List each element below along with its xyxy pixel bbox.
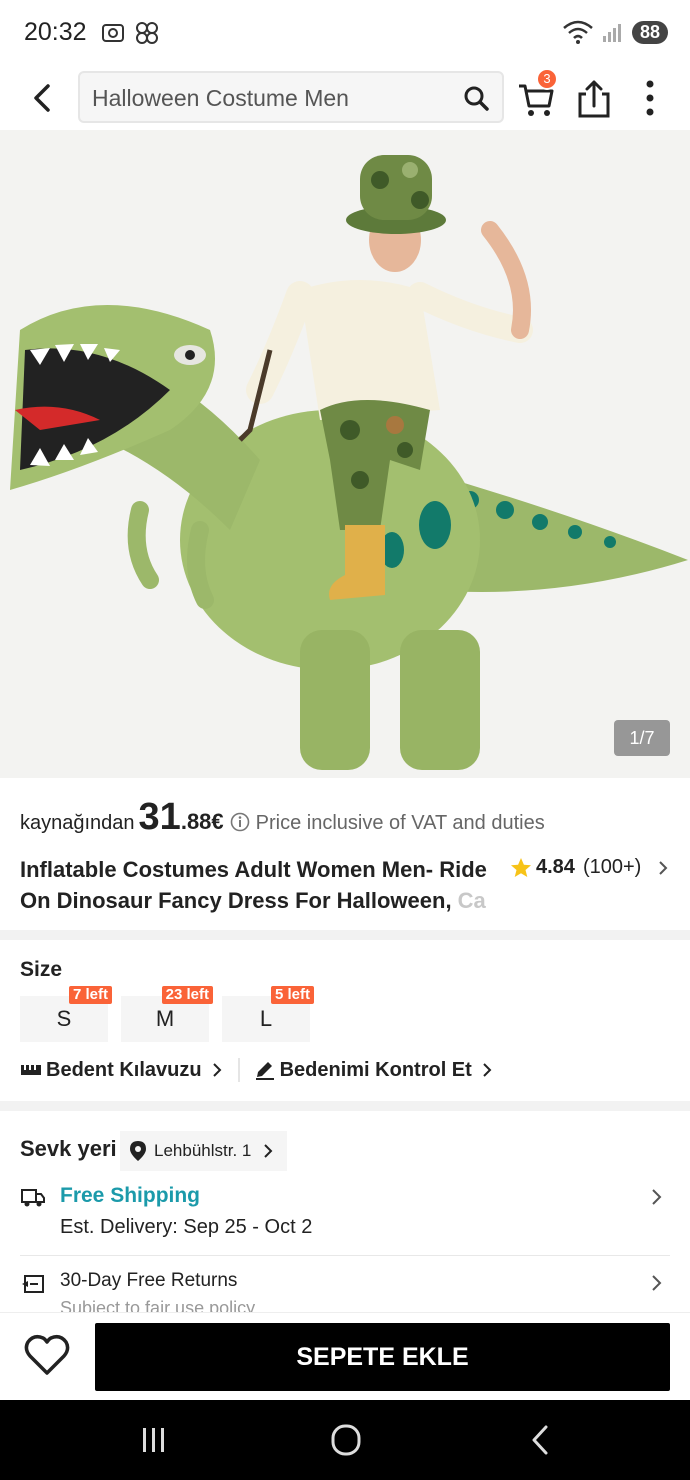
signal-icon bbox=[602, 24, 621, 42]
price-vat-note: Price inclusive of VAT and duties bbox=[255, 812, 545, 834]
header: Halloween Costume Men 3 bbox=[0, 66, 690, 130]
stock-badge: 5 left bbox=[270, 986, 314, 1004]
estimated-delivery: Est. Delivery: Sep 25 - Oct 2 bbox=[60, 1216, 313, 1238]
price-prefix: kaynağından bbox=[20, 812, 135, 834]
product-rating[interactable]: 4.84 (100+) bbox=[510, 856, 671, 879]
size-option-m[interactable]: M 23 left bbox=[121, 986, 213, 1042]
search-input[interactable]: Halloween Costume Men bbox=[78, 71, 504, 123]
battery-indicator: 88 bbox=[631, 20, 668, 44]
search-icon[interactable] bbox=[462, 84, 490, 112]
home-icon[interactable] bbox=[326, 1422, 366, 1458]
share-icon[interactable] bbox=[574, 76, 614, 120]
back-arrow-icon[interactable] bbox=[22, 78, 62, 118]
price-row: kaynağından 31 .88€ Price inclusive of V… bbox=[20, 796, 670, 844]
wifi-icon bbox=[563, 20, 593, 44]
add-to-cart-button[interactable]: SEPETE EKLE bbox=[95, 1323, 670, 1391]
chevron-right-icon bbox=[659, 860, 668, 875]
check-size-link[interactable]: Bedenimi Kontrol Et bbox=[280, 1059, 472, 1082]
system-nav-bar bbox=[0, 1400, 690, 1480]
free-shipping-label: Free Shipping bbox=[60, 1184, 201, 1207]
product-image-gallery[interactable]: 1/7 bbox=[0, 130, 690, 778]
size-guide-link[interactable]: Bedent Kılavuzu bbox=[46, 1059, 202, 1082]
cart-badge: 3 bbox=[536, 68, 558, 90]
returns-label: 30-Day Free Returns bbox=[60, 1270, 238, 1291]
product-title-faded: Ca bbox=[457, 888, 486, 913]
image-counter: 1/7 bbox=[614, 720, 670, 756]
more-options-icon[interactable] bbox=[630, 76, 670, 120]
ship-location-text: Lehbühlstr. 1 bbox=[154, 1141, 252, 1160]
truck-icon bbox=[21, 1189, 45, 1207]
recent-apps-icon[interactable] bbox=[134, 1422, 174, 1458]
price-integer: 31 bbox=[138, 796, 181, 838]
size-label: Size bbox=[20, 958, 63, 981]
back-nav-icon[interactable] bbox=[520, 1422, 560, 1458]
chevron-right-icon[interactable] bbox=[650, 1274, 664, 1292]
ruler-icon bbox=[21, 1065, 41, 1075]
chevron-right-icon bbox=[264, 1144, 273, 1158]
size-option-l[interactable]: L 5 left bbox=[222, 986, 314, 1042]
status-time: 20:32 bbox=[24, 18, 87, 46]
pinwheel-icon bbox=[136, 22, 158, 44]
location-pin-icon bbox=[130, 1141, 146, 1161]
status-bar: 20:32 88 bbox=[0, 0, 690, 66]
bottom-action-bar: SEPETE EKLE bbox=[0, 1312, 690, 1400]
returns-policy-note: Subject to fair use policy bbox=[60, 1298, 256, 1312]
pencil-icon bbox=[255, 1062, 274, 1080]
ship-location-selector[interactable]: Lehbühlstr. 1 bbox=[120, 1131, 288, 1171]
size-option-label: M bbox=[155, 1006, 175, 1031]
size-option-s[interactable]: S 7 left bbox=[20, 986, 112, 1042]
row-divider bbox=[20, 1255, 670, 1256]
product-title-text: Inflatable Costumes Adult Women Men- Rid… bbox=[20, 857, 487, 913]
heart-icon[interactable] bbox=[24, 1333, 70, 1377]
stock-badge: 7 left bbox=[68, 986, 112, 1004]
ship-from-label: Sevk yeri bbox=[20, 1136, 117, 1161]
chevron-right-icon[interactable] bbox=[650, 1188, 664, 1206]
screenshot-icon bbox=[102, 24, 124, 42]
size-option-label: S bbox=[56, 1006, 72, 1031]
search-query: Halloween Costume Men bbox=[92, 85, 349, 111]
chevron-right-icon bbox=[212, 1063, 221, 1077]
size-option-label: L bbox=[259, 1006, 273, 1031]
return-box-icon bbox=[22, 1275, 44, 1293]
star-icon bbox=[511, 857, 531, 877]
status-notification-icons bbox=[100, 20, 160, 46]
rating-value: 4.84 bbox=[536, 856, 575, 878]
section-divider bbox=[0, 930, 690, 940]
chevron-right-icon bbox=[483, 1063, 492, 1077]
rating-count: (100+) bbox=[582, 856, 642, 878]
status-system-icons: 88 bbox=[562, 20, 668, 44]
link-separator bbox=[237, 1058, 240, 1082]
price-decimal: .88€ bbox=[180, 809, 224, 834]
stock-badge: 23 left bbox=[161, 986, 213, 1004]
size-links: Bedent Kılavuzu Bedenimi Kontrol Et bbox=[20, 1058, 494, 1082]
info-icon[interactable] bbox=[230, 812, 250, 832]
section-divider bbox=[0, 1101, 690, 1111]
product-photo bbox=[0, 130, 690, 778]
